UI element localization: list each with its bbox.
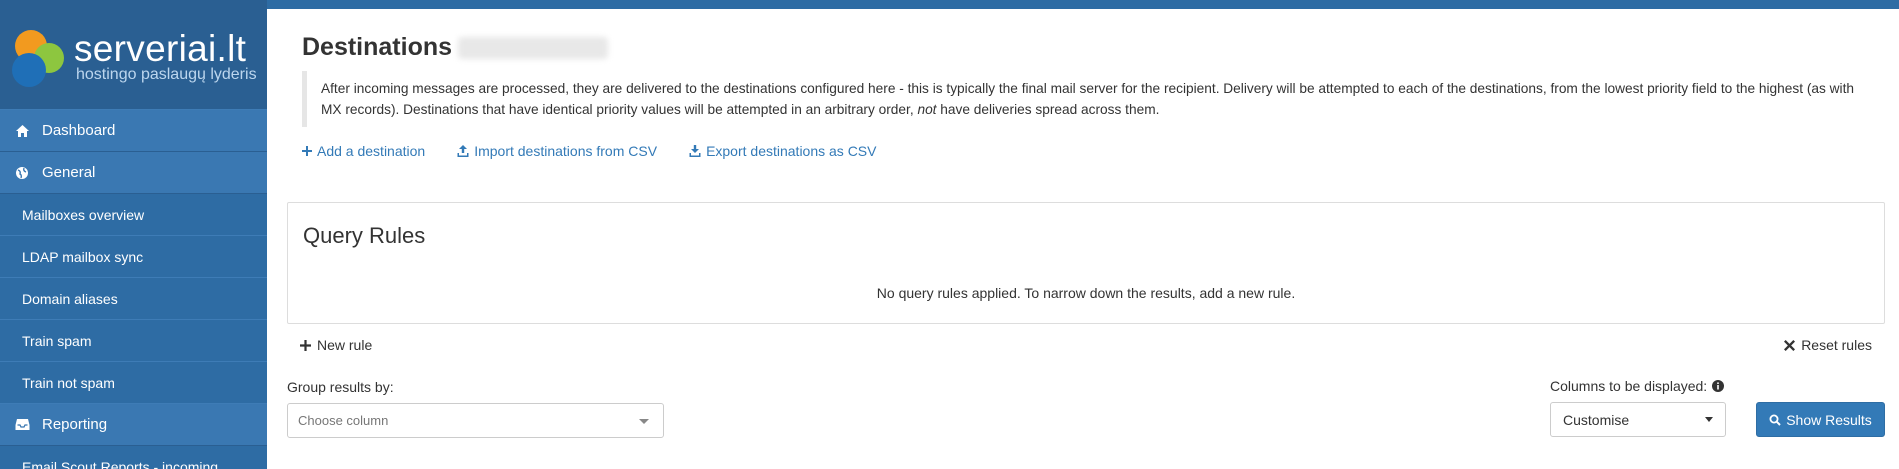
sidebar-item-label: Train not spam <box>22 374 115 391</box>
sidebar-item-reporting[interactable]: Reporting <box>0 404 267 446</box>
main-content: Destinations After incoming messages are… <box>267 9 1899 469</box>
close-icon <box>1784 339 1796 351</box>
description-emphasis: not <box>917 102 937 117</box>
logo-circles-icon <box>12 30 64 87</box>
sidebar-item-domain-aliases[interactable]: Domain aliases <box>0 278 267 320</box>
brand-logo[interactable]: serveriai.lt hostingo paslaugų lyderis <box>0 0 267 110</box>
export-csv-link[interactable]: Export destinations as CSV <box>689 143 876 159</box>
show-results-label: Show Results <box>1786 411 1872 428</box>
group-results-placeholder: Choose column <box>298 413 389 428</box>
columns-display-label: Columns to be displayed: <box>1550 378 1725 394</box>
reset-rules-label: Reset rules <box>1801 337 1872 353</box>
import-csv-link[interactable]: Import destinations from CSV <box>457 143 657 159</box>
download-icon <box>689 145 701 157</box>
brand-title: serveriai.lt <box>74 28 247 69</box>
sidebar-item-label: LDAP mailbox sync <box>22 248 144 265</box>
sidebar-item-label: Train spam <box>22 332 92 349</box>
sidebar-item-ldap-mailbox-sync[interactable]: LDAP mailbox sync <box>0 236 267 278</box>
home-icon <box>12 124 32 138</box>
group-results-select[interactable]: Choose column <box>287 403 664 438</box>
sidebar-item-mailboxes-overview[interactable]: Mailboxes overview <box>0 194 267 236</box>
new-rule-button[interactable]: New rule <box>300 337 372 353</box>
sidebar-item-label: Reporting <box>42 416 108 433</box>
columns-display-label-text: Columns to be displayed: <box>1550 378 1708 394</box>
sidebar-item-email-scout-reports-incoming[interactable]: Email Scout Reports - incoming <box>0 446 267 469</box>
add-destination-label: Add a destination <box>317 143 426 159</box>
sidebar-item-label: General <box>42 164 96 181</box>
sidebar-item-general[interactable]: General <box>0 152 267 194</box>
import-csv-label: Import destinations from CSV <box>474 143 658 159</box>
sidebar-item-label: Mailboxes overview <box>22 206 145 223</box>
sidebar-item-label: Domain aliases <box>22 290 118 307</box>
search-icon <box>1769 414 1781 426</box>
add-destination-link[interactable]: Add a destination <box>302 143 425 159</box>
description-text-end: have deliveries spread across them. <box>936 102 1160 117</box>
page-title-text: Destinations <box>302 33 453 61</box>
group-results-label: Group results by: <box>287 379 394 395</box>
page-description: After incoming messages are processed, t… <box>302 71 1870 127</box>
chevron-down-icon <box>639 419 649 424</box>
plus-icon <box>302 146 312 156</box>
chevron-down-icon <box>1705 417 1713 422</box>
sidebar-item-train-not-spam[interactable]: Train not spam <box>0 362 267 404</box>
show-results-button[interactable]: Show Results <box>1756 402 1885 437</box>
columns-display-select[interactable]: Customise <box>1550 402 1726 437</box>
sidebar: serveriai.lt hostingo paslaugų lyderis D… <box>0 0 267 469</box>
new-rule-label: New rule <box>317 337 373 353</box>
globe-icon <box>12 166 32 180</box>
export-csv-label: Export destinations as CSV <box>706 143 877 159</box>
columns-display-value: Customise <box>1563 411 1630 428</box>
redacted-domain <box>458 37 609 60</box>
reset-rules-button[interactable]: Reset rules <box>1784 337 1872 353</box>
top-bar <box>267 0 1899 9</box>
plus-icon <box>300 339 311 351</box>
page-title: Destinations <box>302 33 609 62</box>
query-rules-empty-message: No query rules applied. To narrow down t… <box>876 285 1296 301</box>
upload-icon <box>457 145 469 157</box>
sidebar-item-train-spam[interactable]: Train spam <box>0 320 267 362</box>
inbox-icon <box>12 418 32 431</box>
info-icon[interactable] <box>1712 380 1725 392</box>
action-links: Add a destination Import destinations fr… <box>302 143 876 159</box>
sidebar-item-label: Email Scout Reports - incoming <box>22 458 219 469</box>
sidebar-item-label: Dashboard <box>42 122 116 139</box>
sidebar-item-dashboard[interactable]: Dashboard <box>0 110 267 152</box>
brand-subtitle: hostingo paslaugų lyderis <box>76 66 257 83</box>
query-rules-title: Query Rules <box>303 223 426 248</box>
query-rules-panel: Query Rules No query rules applied. To n… <box>287 202 1885 324</box>
